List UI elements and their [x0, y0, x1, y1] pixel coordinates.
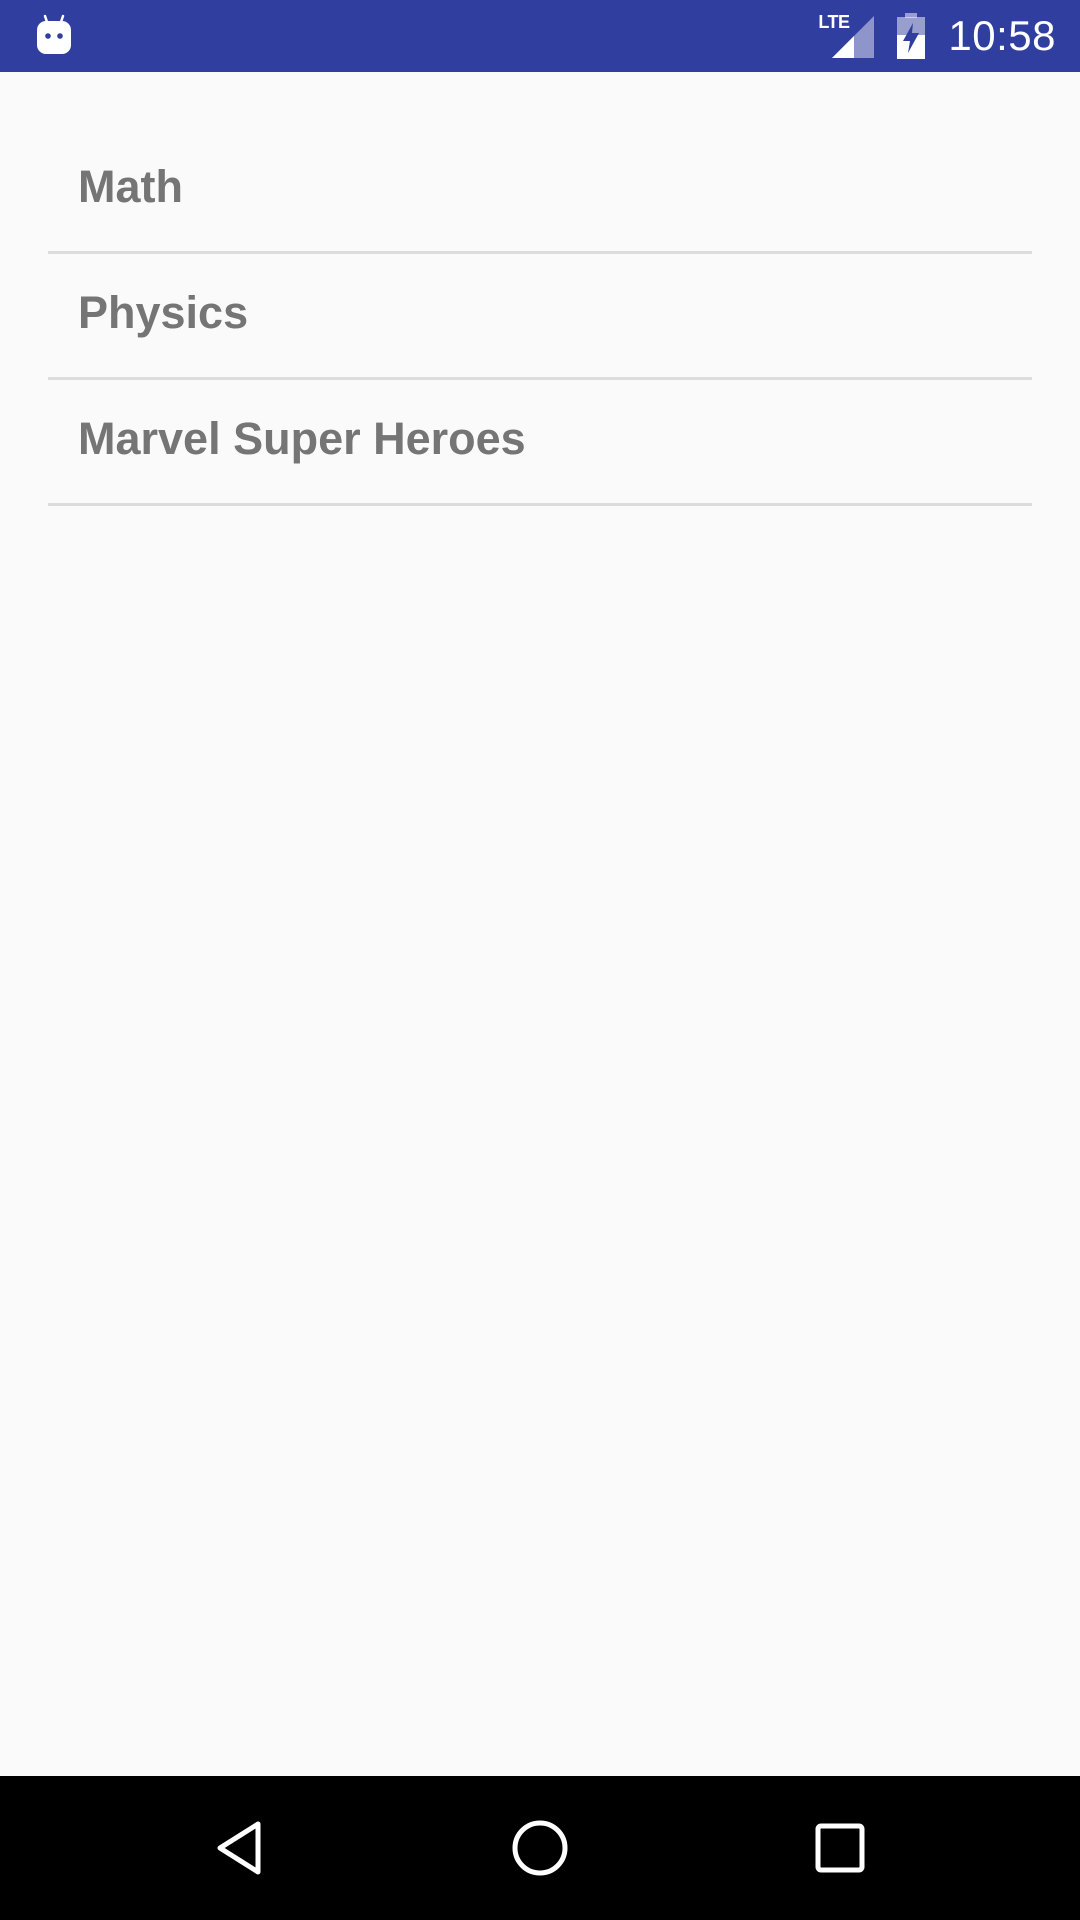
- list-item-label: Physics: [78, 287, 249, 338]
- home-button[interactable]: [480, 1776, 600, 1920]
- recents-square-icon: [815, 1823, 865, 1873]
- list-item-marvel-super-heroes[interactable]: Marvel Super Heroes: [48, 380, 1032, 506]
- status-time: 10:58: [948, 12, 1056, 59]
- list-item-label: Marvel Super Heroes: [78, 413, 526, 464]
- lte-signal-icon: LTE: [818, 12, 875, 58]
- subject-list: Math Physics Marvel Super Heroes: [48, 72, 1032, 506]
- recents-button[interactable]: [780, 1776, 900, 1920]
- status-icons: LTE 10:58: [818, 0, 1056, 72]
- screen: LTE 10:58 Math Physics Marvel Super Hero…: [0, 0, 1080, 1920]
- android-notification-icon: [36, 14, 72, 56]
- list-item-physics[interactable]: Physics: [48, 254, 1032, 380]
- back-button[interactable]: [180, 1776, 300, 1920]
- list-item-math[interactable]: Math: [48, 128, 1032, 254]
- navigation-bar: [0, 1776, 1080, 1920]
- status-bar: LTE 10:58: [0, 0, 1080, 72]
- list-item-label: Math: [78, 161, 183, 212]
- back-triangle-icon: [217, 1821, 261, 1875]
- home-circle-icon: [512, 1820, 568, 1876]
- battery-charging-icon: [896, 13, 926, 59]
